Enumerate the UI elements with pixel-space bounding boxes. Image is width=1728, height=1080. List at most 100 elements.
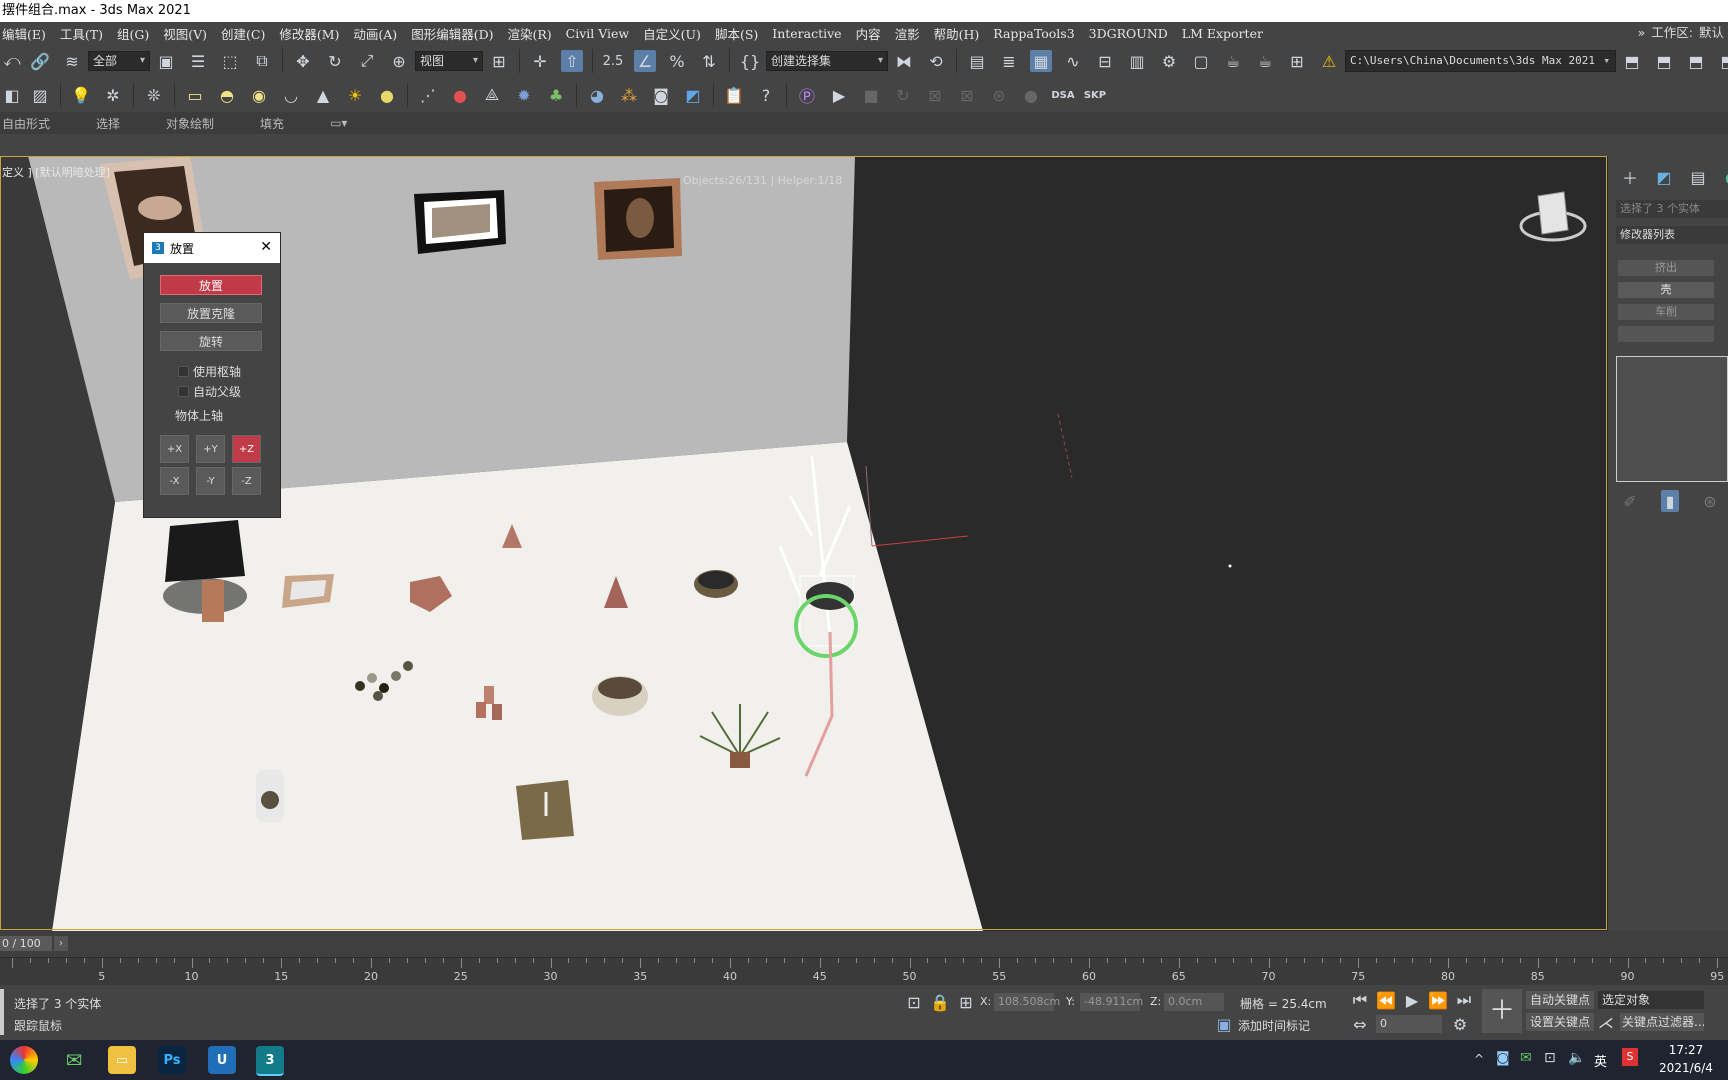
hierarchy-tab-icon[interactable]: ▤ bbox=[1689, 166, 1707, 188]
snap-toggle-icon[interactable]: 2.5 bbox=[602, 50, 624, 72]
ime-indicator[interactable]: 英 bbox=[1594, 1051, 1607, 1070]
key-filters-button[interactable]: 关键点过滤器... bbox=[1620, 1013, 1704, 1031]
play-animation-icon[interactable]: ▶ bbox=[1403, 989, 1421, 1011]
menu-content[interactable]: 内容 bbox=[856, 24, 895, 43]
pin-stack-icon[interactable]: ✐ bbox=[1621, 490, 1639, 512]
show-end-result-icon[interactable]: ▮ bbox=[1661, 490, 1679, 512]
tool-d-icon[interactable]: ● bbox=[1020, 84, 1042, 106]
texture-icon[interactable]: ▨ bbox=[29, 84, 51, 106]
place-button[interactable]: 放置 bbox=[160, 275, 262, 295]
isolate-selection-icon[interactable]: ⊡ bbox=[905, 991, 923, 1013]
goto-end-icon[interactable]: ⏭ bbox=[1455, 989, 1473, 1011]
lathe-button[interactable]: 车削 bbox=[1618, 304, 1714, 320]
key-mode-icon[interactable]: ⇔ bbox=[1351, 1013, 1369, 1035]
scene-explorer-icon[interactable]: ▤ bbox=[966, 50, 988, 72]
x-coord-field[interactable]: 108.508cm bbox=[994, 993, 1060, 1011]
stop-icon[interactable]: ■ bbox=[860, 84, 882, 106]
set-key-button[interactable]: 设置关键点 bbox=[1526, 1013, 1594, 1031]
absolute-mode-icon[interactable]: ⊞ bbox=[957, 991, 975, 1013]
menu-help[interactable]: 帮助(H) bbox=[934, 24, 994, 43]
bulb-light-icon[interactable]: ● bbox=[376, 84, 398, 106]
link-icon[interactable]: 🔗 bbox=[29, 50, 51, 72]
set-key-icon[interactable]: ＋ bbox=[1482, 989, 1522, 1033]
bowl-object-2[interactable] bbox=[592, 676, 648, 716]
refresh-icon[interactable]: ↻ bbox=[892, 84, 914, 106]
schematic-view-icon[interactable]: ⊟ bbox=[1094, 50, 1116, 72]
key-filter-icon[interactable]: ⋌ bbox=[1597, 1011, 1615, 1033]
menu-arnold[interactable]: 渲影 bbox=[895, 24, 934, 43]
volume-icon[interactable]: 🔈 bbox=[1568, 1050, 1585, 1066]
modifier-list-dropdown[interactable]: 修改器列表 bbox=[1616, 226, 1728, 244]
tool-a-icon[interactable]: ⊠ bbox=[924, 84, 946, 106]
y-coord-field[interactable]: -48.911cm bbox=[1080, 993, 1143, 1011]
plugin-p-icon[interactable]: Ⓟ bbox=[796, 84, 818, 106]
align-icon[interactable]: ⟲ bbox=[925, 50, 947, 72]
named-selection-dropdown[interactable]: 创建选择集 bbox=[766, 51, 888, 71]
menu-rendering[interactable]: 渲染(R) bbox=[507, 24, 565, 43]
edit-named-selection-icon[interactable]: {} bbox=[739, 50, 761, 72]
use-pivot-checkbox[interactable]: 使用枢轴 bbox=[178, 363, 241, 380]
skp-export-icon[interactable]: SKP bbox=[1084, 84, 1106, 106]
gear-icon[interactable]: ✹ bbox=[513, 84, 535, 106]
layer-explorer-icon[interactable]: ≣ bbox=[998, 50, 1020, 72]
scatter-icon[interactable]: ⟁ bbox=[481, 84, 503, 106]
tray-wechat-icon[interactable]: ✉ bbox=[1520, 1050, 1532, 1066]
bowl-light-icon[interactable]: ◡ bbox=[280, 84, 302, 106]
auto-parent-checkbox[interactable]: 自动父级 bbox=[178, 383, 241, 400]
ribbon-tab-populate[interactable]: 填充 bbox=[260, 115, 284, 132]
pivot-center-icon[interactable]: ⊞ bbox=[488, 50, 510, 72]
timeline-ruler[interactable]: 5 10 15 20 25 30 35 40 45 50 55 60 65 70 75 80 85 90 95 bbox=[0, 957, 1728, 986]
render-production-icon[interactable]: ☕ bbox=[1222, 50, 1244, 72]
time-tag-icon[interactable]: ▣ bbox=[1215, 1013, 1233, 1035]
light-tool-icon[interactable]: ✲ bbox=[102, 84, 124, 106]
render-iterative-icon[interactable]: ☕ bbox=[1254, 50, 1276, 72]
rendered-frame-icon[interactable]: ▢ bbox=[1190, 50, 1212, 72]
chrome-icon[interactable] bbox=[10, 1046, 38, 1074]
3dsmax-taskbar-icon[interactable]: 3 bbox=[256, 1046, 284, 1076]
multi-material-icon[interactable]: ⁂ bbox=[618, 84, 640, 106]
maxscript-listener-handle[interactable] bbox=[0, 989, 4, 1035]
axis-plus-y-button[interactable]: +Y bbox=[196, 435, 225, 463]
ribbon-tab-selection[interactable]: 选择 bbox=[96, 115, 120, 132]
modify-tab-icon[interactable]: ◩ bbox=[1655, 166, 1673, 188]
menu-scripting[interactable]: 脚本(S) bbox=[715, 24, 772, 43]
sun-icon[interactable]: ☀ bbox=[344, 84, 366, 106]
material-editor-icon[interactable]: ▥ bbox=[1126, 50, 1148, 72]
bowl-object-1[interactable] bbox=[694, 570, 738, 598]
tool-b-icon[interactable]: ⊠ bbox=[956, 84, 978, 106]
percent-snap-icon[interactable]: % bbox=[666, 50, 688, 72]
light-lister-icon[interactable]: 💡 bbox=[70, 84, 92, 106]
hair-icon[interactable]: ⋰ bbox=[417, 84, 439, 106]
axis-plus-z-button[interactable]: +Z bbox=[232, 435, 261, 463]
selection-lock-icon[interactable]: 🔒 bbox=[930, 991, 950, 1013]
menu-3dground[interactable]: 3DGROUND bbox=[1089, 26, 1182, 41]
scale-icon[interactable]: ⤢ bbox=[356, 50, 378, 72]
undo-icon[interactable]: ⤺ bbox=[3, 50, 21, 72]
axis-minus-x-button[interactable]: -X bbox=[160, 467, 189, 495]
rect-selection-icon[interactable]: ⬚ bbox=[219, 50, 241, 72]
menu-overflow-icon[interactable]: » bbox=[1638, 22, 1646, 44]
menu-graph-editors[interactable]: 图形编辑器(D) bbox=[411, 24, 507, 43]
prev-frame-icon[interactable]: ⏪ bbox=[1376, 989, 1396, 1011]
axis-plus-x-button[interactable]: +X bbox=[160, 435, 189, 463]
project-folder-icon[interactable]: ⬒ bbox=[1621, 50, 1643, 72]
rotate-icon[interactable]: ↻ bbox=[324, 50, 346, 72]
project-new-icon[interactable]: ⬒ bbox=[1685, 50, 1707, 72]
warning-icon[interactable]: ⚠ bbox=[1318, 50, 1340, 72]
create-tab-icon[interactable]: ＋ bbox=[1621, 166, 1639, 188]
cone-light-icon[interactable]: ▲ bbox=[312, 84, 334, 106]
key-selection-dropdown[interactable]: 选定对象 bbox=[1598, 991, 1704, 1009]
bind-spacewarp-icon[interactable]: ≋ bbox=[61, 50, 83, 72]
modifier-slot-button[interactable] bbox=[1618, 326, 1714, 342]
menu-group[interactable]: 组(G) bbox=[117, 24, 163, 43]
angle-snap-icon[interactable]: ∠ bbox=[634, 50, 656, 72]
render-region-icon[interactable]: ◩ bbox=[682, 84, 704, 106]
current-frame-field[interactable]: 0 bbox=[1376, 1015, 1442, 1033]
spinner-snap-icon[interactable]: ⇅ bbox=[698, 50, 720, 72]
project-settings-icon[interactable]: ⬒ bbox=[1717, 50, 1728, 72]
next-frame-icon[interactable]: › bbox=[54, 936, 68, 951]
menu-civil-view[interactable]: Civil View bbox=[566, 26, 644, 41]
ribbon-tab-object-paint[interactable]: 对象绘制 bbox=[166, 115, 214, 132]
container-icon[interactable]: ◧ bbox=[3, 84, 21, 106]
reference-coord-dropdown[interactable]: 视图 bbox=[415, 51, 483, 71]
